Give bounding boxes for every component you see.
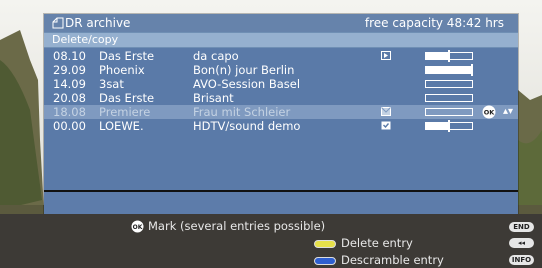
mark-hint: OK Mark (several entries possible) (131, 219, 325, 233)
recording-row[interactable]: 08.10 Das Erste da capo (44, 49, 518, 63)
ok-button-icon: OK (131, 220, 144, 233)
progress-bar (425, 94, 473, 102)
recording-row-selected[interactable]: 18.08 Premiere Frau mit Schleier OK ▴▾ (44, 105, 518, 119)
recording-date: 20.08 (53, 91, 86, 105)
recording-list: 08.10 Das Erste da capo 29.09 Phoenix Bo… (44, 48, 518, 190)
archive-icon (52, 17, 64, 29)
recording-channel: Phoenix (99, 63, 145, 77)
recording-row[interactable]: 29.09 Phoenix Bon(n) jour Berlin (44, 63, 518, 77)
mark-hint-label: Mark (several entries possible) (148, 219, 326, 233)
recording-title: Brisant (193, 91, 234, 105)
title-bar: DR archive free capacity 48:42 hrs (44, 14, 518, 32)
archive-panel: DR archive free capacity 48:42 hrs Delet… (44, 14, 518, 214)
descramble-entry-label: Descramble entry (341, 253, 444, 267)
subtitle-bar: Delete/copy (44, 33, 518, 47)
info-key[interactable]: INFO (509, 255, 534, 265)
recording-channel: Das Erste (99, 49, 155, 63)
free-capacity-label: free capacity 48:42 hrs (364, 16, 504, 30)
rewind-key[interactable]: ◂◂ (509, 238, 534, 248)
recording-date: 18.08 (53, 105, 86, 119)
svg-text:OK: OK (133, 224, 143, 231)
up-down-arrows-icon: ▴▾ (503, 106, 514, 117)
recording-title: AVO-Session Basel (193, 77, 301, 91)
ok-button-icon: OK (482, 105, 496, 119)
progress-bar (425, 108, 473, 116)
recording-date: 08.10 (53, 49, 86, 63)
recording-channel: 3sat (99, 77, 124, 91)
blue-button-icon (314, 256, 336, 265)
recording-title: HDTV/sound demo (193, 119, 301, 133)
play-triangle-icon (381, 51, 391, 60)
recording-channel: Das Erste (99, 91, 155, 105)
lock-icon (381, 121, 391, 130)
delete-entry-label: Delete entry (341, 236, 413, 250)
progress-bar (425, 50, 473, 62)
svg-text:OK: OK (484, 109, 496, 117)
recording-title: Bon(n) jour Berlin (193, 63, 295, 77)
help-area: OK Mark (several entries possible) Delet… (0, 214, 542, 268)
delete-entry-action[interactable]: Delete entry (314, 236, 413, 250)
recording-channel: LOEWE. (99, 119, 144, 133)
recording-title: da capo (193, 49, 239, 63)
descramble-entry-action[interactable]: Descramble entry (314, 253, 444, 267)
recording-row[interactable]: 14.09 3sat AVO-Session Basel (44, 77, 518, 91)
page-title: DR archive (65, 16, 131, 30)
recording-row[interactable]: 00.00 LOEWE. HDTV/sound demo (44, 119, 518, 133)
progress-bar (425, 80, 473, 88)
recording-date: 29.09 (53, 63, 86, 77)
envelope-icon (381, 107, 391, 116)
progress-bar (425, 120, 473, 132)
recording-date: 00.00 (53, 119, 86, 133)
recording-date: 14.09 (53, 77, 86, 91)
end-key[interactable]: END (509, 222, 534, 232)
progress-bar (425, 64, 473, 76)
recording-channel: Premiere (99, 105, 151, 119)
yellow-button-icon (314, 239, 336, 248)
recording-row[interactable]: 20.08 Das Erste Brisant (44, 91, 518, 105)
list-footer (44, 192, 518, 214)
menu-subtitle: Delete/copy (52, 33, 119, 46)
recording-title: Frau mit Schleier (193, 105, 291, 119)
